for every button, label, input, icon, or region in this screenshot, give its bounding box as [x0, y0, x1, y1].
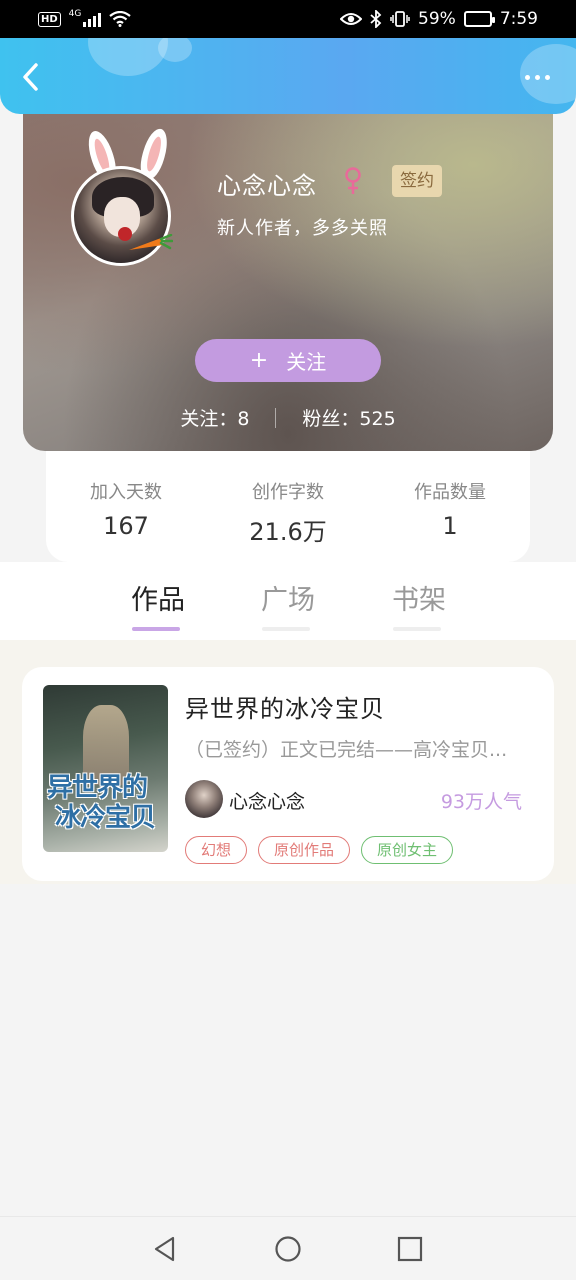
book-author: 心念心念	[229, 791, 306, 813]
author-bio: 新人作者，多多关照	[217, 218, 388, 239]
stats-card: 加入天数 167 创作字数 21.6万 作品数量 1	[46, 451, 530, 562]
tab-label: 广场	[261, 585, 315, 616]
battery-percent: 59%	[418, 9, 456, 29]
works-list: 异世界的 冰冷宝贝 异世界的冰冷宝贝 （已签约）正文已完结——高冷宝贝... 心…	[0, 640, 576, 884]
eye-icon	[340, 13, 363, 25]
profile-card: 心念心念 签约 新人作者，多多关照 + 关注 关注：8 粉丝：525	[23, 114, 553, 451]
cover-title-line: 异世界的	[47, 773, 148, 803]
female-icon	[345, 167, 361, 194]
stat-label: 作品数量	[414, 482, 486, 503]
stat-label: 加入天数	[90, 482, 162, 503]
system-nav-bar	[0, 1216, 576, 1280]
stat-words: 创作字数 21.6万	[230, 451, 346, 562]
battery-icon	[463, 11, 495, 27]
follow-label: 关注	[286, 350, 327, 374]
author-name: 心念心念	[217, 172, 317, 200]
plus-icon: +	[249, 348, 269, 373]
cover-title-line: 冰冷宝贝	[55, 803, 156, 833]
wifi-icon	[109, 11, 132, 27]
book-tags: 幻想 原创作品 原创女主	[185, 836, 454, 864]
tab-bookshelf[interactable]: 书架	[389, 578, 449, 631]
book-title[interactable]: 异世界的冰冷宝贝	[185, 689, 385, 724]
status-right: 59% 7:59	[340, 9, 538, 29]
fans-count[interactable]: 粉丝：525	[302, 404, 395, 431]
tab-underline	[262, 627, 310, 631]
tab-works[interactable]: 作品	[128, 578, 188, 631]
more-dot	[525, 75, 530, 80]
circle-home-icon[interactable]	[274, 1235, 302, 1263]
book-card[interactable]: 异世界的 冰冷宝贝 异世界的冰冷宝贝 （已签约）正文已完结——高冷宝贝... 心…	[22, 667, 554, 881]
top-header	[0, 38, 576, 114]
book-author-avatar	[185, 780, 223, 818]
follow-stats: 关注：8 粉丝：525	[23, 404, 553, 431]
vibrate-icon	[390, 11, 410, 27]
tab-label: 作品	[131, 585, 185, 616]
bluetooth-icon	[370, 10, 382, 28]
book-popularity: 93万人气	[440, 791, 522, 813]
tag[interactable]: 幻想	[185, 836, 248, 864]
author-avatar[interactable]	[69, 122, 189, 282]
clock: 7:59	[499, 9, 538, 29]
signed-badge: 签约	[392, 165, 442, 197]
follow-button[interactable]: + 关注	[195, 339, 381, 382]
tab-underline	[393, 627, 441, 631]
stat-works: 作品数量 1	[392, 451, 508, 562]
tag[interactable]: 原创作品	[258, 836, 351, 864]
decor-bubble	[88, 38, 168, 76]
stat-value: 167	[103, 512, 149, 540]
network-type: 4G	[68, 9, 82, 19]
more-dot	[535, 75, 540, 80]
tag[interactable]: 原创女主	[361, 836, 454, 864]
back-button[interactable]	[18, 62, 46, 92]
decor-bubble	[158, 38, 192, 62]
book-description: （已签约）正文已完结——高冷宝贝...	[185, 739, 508, 761]
stat-days: 加入天数 167	[68, 451, 184, 562]
following-count[interactable]: 关注：8	[180, 404, 249, 431]
status-bar: HD 4G 59% 7:59	[0, 0, 576, 38]
status-left: HD 4G	[38, 9, 132, 27]
tab-label: 书架	[392, 585, 446, 616]
stat-value: 1	[442, 512, 458, 540]
hd-badge: HD	[38, 11, 61, 27]
decor-bubble	[520, 44, 576, 104]
triangle-back-icon[interactable]	[151, 1235, 179, 1263]
book-cover[interactable]: 异世界的 冰冷宝贝	[43, 685, 168, 852]
tab-underline	[132, 627, 180, 631]
tab-square[interactable]: 广场	[258, 578, 318, 631]
more-button[interactable]	[525, 75, 550, 80]
cover-title: 异世界的 冰冷宝贝	[47, 773, 165, 833]
more-dot	[545, 75, 550, 80]
signal-icon	[83, 11, 102, 27]
divider	[275, 407, 277, 428]
carrot-icon	[129, 234, 173, 250]
square-recents-icon[interactable]	[396, 1235, 424, 1263]
stat-value: 21.6万	[249, 518, 327, 546]
stat-label: 创作字数	[252, 482, 324, 503]
tab-bar: 作品 广场 书架	[0, 562, 576, 640]
